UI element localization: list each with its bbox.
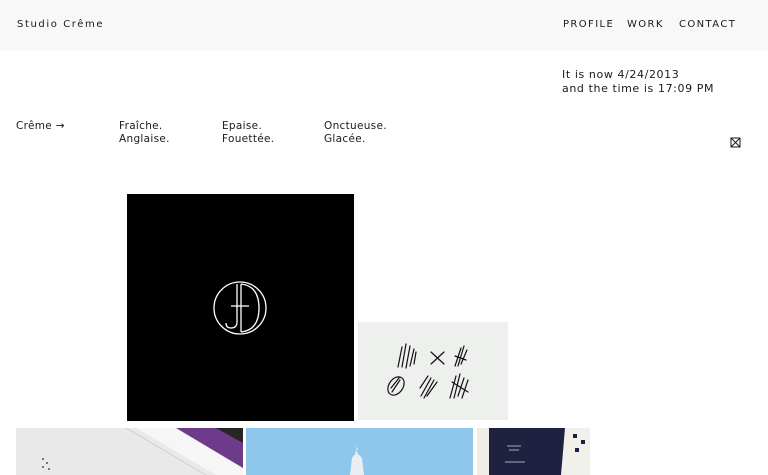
time-line: and the time is 17:09 PM	[562, 82, 715, 95]
top-navigation-bar: Studio Crême PROFILE WORK CONTACT	[0, 0, 768, 51]
portfolio-tile-monogram[interactable]	[127, 194, 354, 421]
category-glacee[interactable]: Glacée.	[324, 133, 387, 146]
nav-contact[interactable]: CONTACT	[679, 19, 736, 30]
portfolio-tile-stationery[interactable]	[16, 428, 243, 475]
nav-work[interactable]: WORK	[627, 19, 664, 30]
jd-monogram-logo	[213, 281, 267, 335]
category-onctueuse[interactable]: Onctueuse.	[324, 120, 387, 133]
brush-sketch-art	[387, 343, 469, 399]
category-lead: Crême →	[16, 120, 65, 133]
nav-profile[interactable]: PROFILE	[563, 19, 614, 30]
portfolio-tile-print[interactable]	[477, 428, 590, 475]
category-creme-link[interactable]: Crême →	[16, 120, 65, 133]
category-column-3: Onctueuse. Glacée.	[324, 120, 387, 146]
close-icon[interactable]	[730, 137, 741, 148]
site-brand[interactable]: Studio Crême	[17, 19, 104, 30]
category-anglaise[interactable]: Anglaise.	[119, 133, 170, 146]
category-fouettee[interactable]: Fouettée.	[222, 133, 274, 146]
sky-photo	[350, 446, 364, 475]
category-fraiche[interactable]: Fraîche.	[119, 120, 170, 133]
print-photo	[477, 428, 590, 475]
date-line: It is now 4/24/2013	[562, 68, 680, 81]
category-epaise[interactable]: Epaise.	[222, 120, 274, 133]
stationery-photo	[16, 428, 243, 475]
category-column-1: Fraîche. Anglaise.	[119, 120, 170, 146]
date-time-readout: It is now 4/24/2013 and the time is 17:0…	[562, 68, 714, 96]
portfolio-tile-sky[interactable]	[246, 428, 473, 475]
category-column-2: Epaise. Fouettée.	[222, 120, 274, 146]
portfolio-tile-sketch[interactable]	[358, 322, 508, 420]
